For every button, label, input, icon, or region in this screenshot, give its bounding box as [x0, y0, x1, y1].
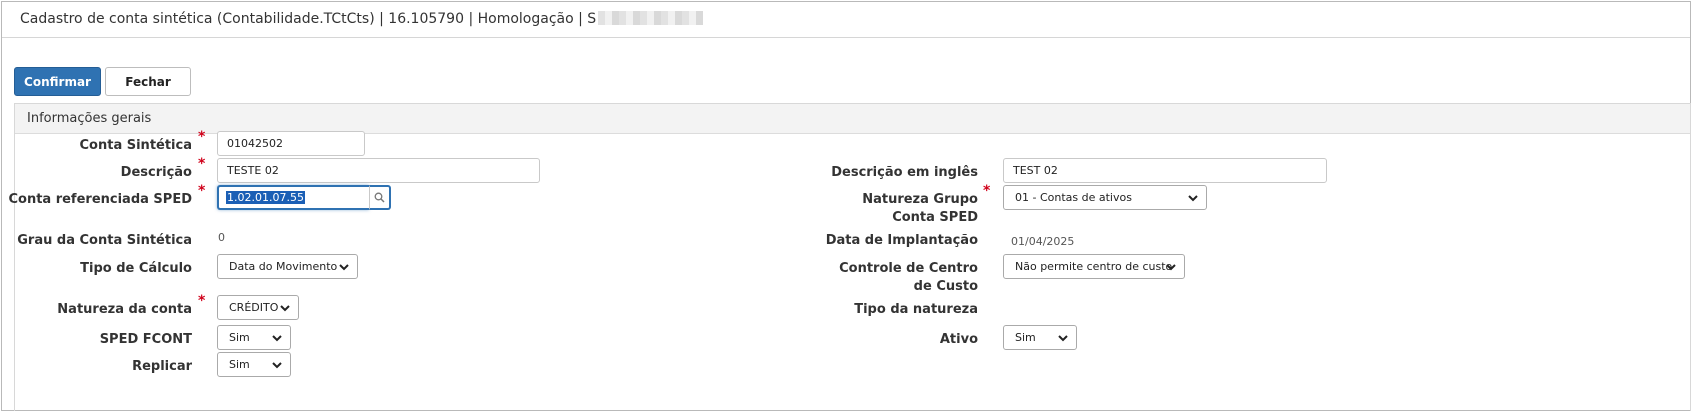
natureza-conta-select[interactable]: CRÉDITO: [217, 295, 299, 320]
label-grau: Grau da Conta Sintética: [17, 233, 192, 248]
label-natureza-grupo: Natureza Grupo Conta SPED: [862, 192, 978, 225]
conta-sintetica-input[interactable]: [217, 131, 365, 156]
data-implantacao-value: 01/04/2025: [1011, 235, 1075, 248]
label-descricao-ingles: Descrição em inglês: [831, 165, 978, 180]
natureza-grupo-value: 01 - Contas de ativos: [1015, 191, 1132, 204]
selected-text: 1.02.01.07.55: [226, 191, 305, 204]
label-replicar: Replicar: [132, 359, 192, 374]
redacted-text: [598, 11, 704, 25]
general-info-panel: Informações gerais Conta Sintética * Des…: [8, 103, 1691, 411]
label-conta-sintetica: Conta Sintética: [79, 138, 193, 153]
label-controle-centro-custo: Controle de Centro de Custo: [839, 261, 978, 294]
chevron-down-icon: [272, 362, 282, 369]
controle-centro-custo-select[interactable]: Não permite centro de custo: [1003, 254, 1185, 279]
lookup-button[interactable]: [369, 185, 391, 210]
descricao-ingles-input[interactable]: [1003, 158, 1327, 183]
label-conta-referenciada: Conta referenciada SPED: [8, 192, 192, 207]
label-descricao: Descrição: [120, 165, 192, 180]
chevron-down-icon: [280, 305, 290, 312]
required-mark: *: [198, 293, 206, 309]
conta-referenciada-input[interactable]: 1.02.01.07.55: [217, 185, 369, 210]
natureza-conta-value: CRÉDITO: [229, 301, 279, 314]
replicar-value: Sim: [229, 358, 250, 371]
panel-title: Informações gerais: [27, 111, 152, 126]
tipo-calculo-value: Data do Movimento: [229, 260, 338, 273]
chevron-down-icon: [339, 264, 349, 271]
window-title: Cadastro de conta sintética (Contabilida…: [20, 11, 704, 27]
confirm-button[interactable]: Confirmar: [14, 67, 101, 96]
title-bar: Cadastro de conta sintética (Contabilida…: [2, 2, 1690, 38]
panel-header: Informações gerais: [15, 104, 1690, 134]
window: Cadastro de conta sintética (Contabilida…: [1, 1, 1691, 411]
required-mark: *: [198, 156, 206, 172]
grau-value: 0: [218, 231, 225, 244]
label-sped-fcont: SPED FCONT: [99, 332, 192, 347]
required-mark: *: [198, 183, 206, 199]
ativo-value: Sim: [1015, 331, 1036, 344]
label-tipo-calculo: Tipo de Cálculo: [80, 261, 192, 276]
label-ativo: Ativo: [939, 332, 978, 347]
chevron-down-icon: [272, 335, 282, 342]
ativo-select[interactable]: Sim: [1003, 325, 1077, 350]
label-data-implantacao: Data de Implantação: [825, 233, 978, 248]
controle-centro-custo-value: Não permite centro de custo: [1015, 260, 1173, 273]
chevron-down-icon: [1058, 335, 1068, 342]
label-tipo-natureza: Tipo da natureza: [854, 302, 978, 317]
magnifier-icon: [374, 192, 385, 203]
close-button[interactable]: Fechar: [105, 67, 191, 96]
tipo-calculo-select[interactable]: Data do Movimento: [217, 254, 358, 279]
chevron-down-icon: [1188, 195, 1198, 202]
required-mark: *: [198, 129, 206, 145]
sped-fcont-select[interactable]: Sim: [217, 325, 291, 350]
chevron-down-icon: [1166, 264, 1176, 271]
sped-fcont-value: Sim: [229, 331, 250, 344]
replicar-select[interactable]: Sim: [217, 352, 291, 377]
label-natureza-conta: Natureza da conta: [57, 302, 192, 317]
required-mark: *: [983, 183, 991, 199]
descricao-input[interactable]: [217, 158, 540, 183]
natureza-grupo-select[interactable]: 01 - Contas de ativos: [1003, 185, 1207, 210]
